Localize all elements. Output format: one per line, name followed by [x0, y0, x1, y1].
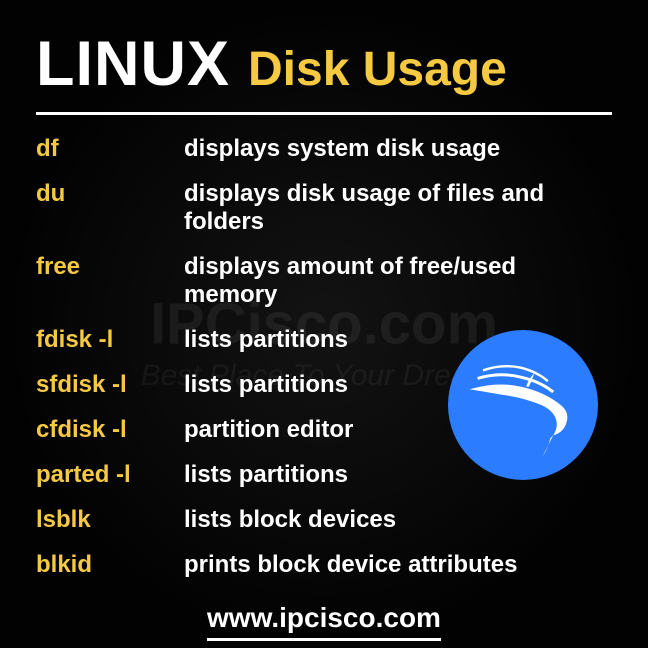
command-row: parted -l lists partitions — [36, 461, 612, 489]
command-name: blkid — [36, 551, 184, 579]
command-row: df displays system disk usage — [36, 135, 612, 163]
command-name: df — [36, 135, 184, 163]
command-desc: lists partitions — [184, 371, 348, 399]
command-row: lsblk lists block devices — [36, 506, 612, 534]
command-name: sfdisk -l — [36, 371, 184, 399]
command-desc: prints block device attributes — [184, 551, 517, 579]
command-name: du — [36, 180, 184, 208]
command-name: cfdisk -l — [36, 416, 184, 444]
command-desc: lists partitions — [184, 461, 348, 489]
command-name: parted -l — [36, 461, 184, 489]
command-row: sfdisk -l lists partitions — [36, 371, 612, 399]
command-row: free displays amount of free/used memory — [36, 253, 612, 309]
command-name: free — [36, 253, 184, 281]
command-desc: displays system disk usage — [184, 135, 500, 163]
command-name: fdisk -l — [36, 326, 184, 354]
command-desc: displays disk usage of files and folders — [184, 180, 612, 236]
command-name: lsblk — [36, 506, 184, 534]
footer: www.ipcisco.com — [36, 596, 612, 641]
main-container: LINUX Disk Usage df displays system disk… — [0, 0, 648, 648]
command-desc: partition editor — [184, 416, 353, 444]
command-row: cfdisk -l partition editor — [36, 416, 612, 444]
command-row: du displays disk usage of files and fold… — [36, 180, 612, 236]
command-row: blkid prints block device attributes — [36, 551, 612, 579]
title-subtitle: Disk Usage — [248, 42, 507, 97]
header: LINUX Disk Usage — [36, 28, 612, 115]
title-main: LINUX — [36, 28, 230, 100]
command-desc: displays amount of free/used memory — [184, 253, 612, 309]
command-desc: lists partitions — [184, 326, 348, 354]
footer-url: www.ipcisco.com — [207, 602, 441, 641]
command-row: fdisk -l lists partitions — [36, 326, 612, 354]
commands-list: df displays system disk usage du display… — [36, 135, 612, 596]
command-desc: lists block devices — [184, 506, 396, 534]
